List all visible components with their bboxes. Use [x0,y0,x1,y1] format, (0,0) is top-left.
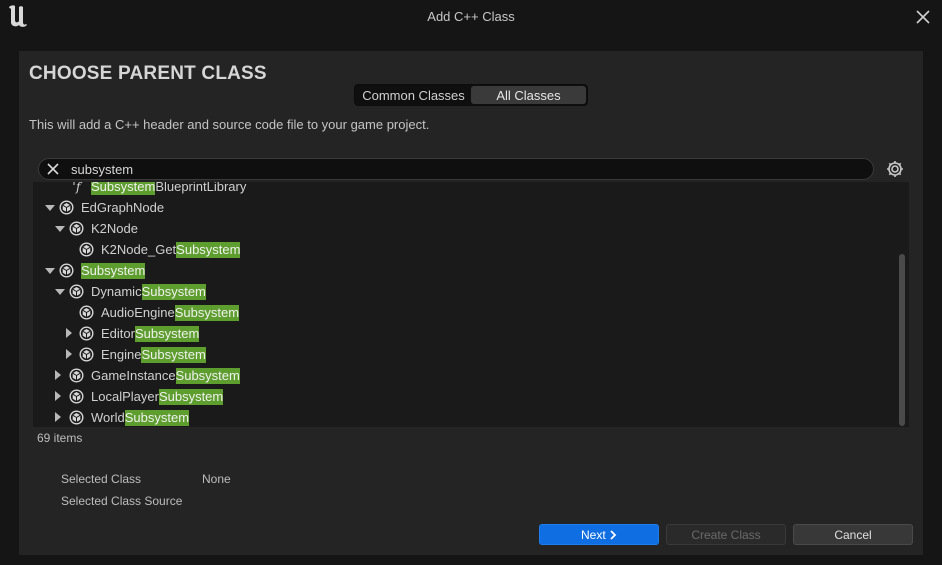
tree-row[interactable]: K2Node [33,218,893,239]
label-text: K2Node [91,221,138,236]
selected-class-source-label: Selected Class Source [61,494,183,508]
selected-class-label: Selected Class [61,472,142,486]
cancel-button[interactable]: Cancel [793,524,913,545]
function-icon: f [73,182,83,194]
tree-row[interactable]: LocalPlayerSubsystem [33,386,893,407]
tree-row-label: DynamicSubsystem [91,281,206,302]
class-icon [69,389,84,404]
items-count: 69 items [37,431,83,445]
label-text: K2Node_Get [101,242,177,257]
tree-row[interactable]: WorldSubsystem [33,407,893,427]
class-filter-tabs: Common Classes All Classes [354,84,588,106]
tree-row[interactable]: EditorSubsystem [33,323,893,344]
description-text: This will add a C++ header and source co… [29,117,430,132]
tree-row[interactable]: Subsystem [33,260,893,281]
label-text: AudioEngine [101,305,175,320]
class-icon [69,221,84,236]
class-icon [79,242,94,257]
label-text: GameInstance [91,368,176,383]
page-title: CHOOSE PARENT CLASS [29,63,267,84]
tree-scrollbar[interactable] [899,254,905,426]
class-icon [69,368,84,383]
create-class-button[interactable]: Create Class [666,524,786,545]
search-match-highlight: Subsystem [174,305,240,321]
search-match-highlight: Subsystem [134,326,200,342]
tree-row-label: EditorSubsystem [101,323,200,344]
chevron-down-icon[interactable] [55,289,65,295]
chevron-right-icon[interactable] [66,328,72,338]
tree-row-label: SubsystemBlueprintLibrary [91,182,246,197]
class-icon [69,284,84,299]
search-match-highlight: Subsystem [175,368,240,384]
gear-icon[interactable] [885,159,905,179]
tree-row-label: AudioEngineSubsystem [101,302,240,323]
tree-row-label: EngineSubsystem [101,344,206,365]
tree-row[interactable]: AudioEngineSubsystem [33,302,893,323]
tree-row[interactable]: EngineSubsystem [33,344,893,365]
chevron-right-icon [610,530,617,540]
chevron-right-icon[interactable] [66,349,72,359]
chevron-right-icon[interactable] [55,412,61,422]
class-icon [69,410,84,425]
selected-class-value: None [202,472,231,486]
search-box [38,158,874,180]
search-match-highlight: Subsystem [141,347,206,363]
label-text: Editor [101,326,135,341]
tree-row-label: LocalPlayerSubsystem [91,386,224,407]
label-text: EdGraphNode [81,200,165,215]
tree-row[interactable]: GameInstanceSubsystem [33,365,893,386]
title-bar: Add C++ Class [0,0,942,34]
tree-row[interactable]: DynamicSubsystem [33,281,893,302]
next-button-label: Next [580,528,606,542]
chevron-right-icon[interactable] [55,391,61,401]
tree-row-label: WorldSubsystem [91,407,190,427]
chevron-down-icon[interactable] [45,205,55,211]
tree-row[interactable]: EdGraphNode [33,197,893,218]
search-input[interactable] [71,160,851,178]
search-match-highlight: Subsystem [176,242,241,258]
label-text: Engine [101,347,142,362]
dialog-panel: CHOOSE PARENT CLASS Common Classes All C… [19,51,923,555]
tree-row-label: K2Node [91,218,138,239]
label-text: Dynamic [91,284,142,299]
tab-common-classes[interactable]: Common Classes [356,86,471,104]
chevron-down-icon[interactable] [45,268,55,274]
class-icon [79,305,94,320]
next-button[interactable]: Next [539,524,659,545]
svg-text:f: f [75,182,83,194]
tree-row[interactable]: f SubsystemBlueprintLibrary [33,182,893,197]
clear-search-icon[interactable] [45,161,61,177]
search-match-highlight: Subsystem [91,182,156,195]
class-icon [59,200,74,215]
tree-row[interactable]: K2Node_GetSubsystem [33,239,893,260]
close-icon[interactable] [912,6,934,28]
tree-row-label: GameInstanceSubsystem [91,365,240,386]
tab-all-classes[interactable]: All Classes [471,86,586,104]
search-match-highlight: Subsystem [81,263,146,279]
tree-row-label: K2Node_GetSubsystem [101,239,241,260]
search-match-highlight: Subsystem [141,284,206,300]
tree-row-label: EdGraphNode [81,197,164,218]
search-match-highlight: Subsystem [158,389,224,405]
chevron-right-icon[interactable] [55,370,61,380]
label-text: World [91,410,125,425]
class-tree: f SubsystemBlueprintLibrary EdGraphNode K2N… [33,182,909,427]
chevron-down-icon[interactable] [55,226,65,232]
search-match-highlight: Subsystem [124,410,190,426]
tree-row-label: Subsystem [81,260,146,281]
class-icon [79,326,94,341]
label-text: LocalPlayer [91,389,159,404]
label-text: BlueprintLibrary [155,182,247,194]
class-icon [79,347,94,362]
window-title: Add C++ Class [427,9,515,24]
class-icon [59,263,74,278]
